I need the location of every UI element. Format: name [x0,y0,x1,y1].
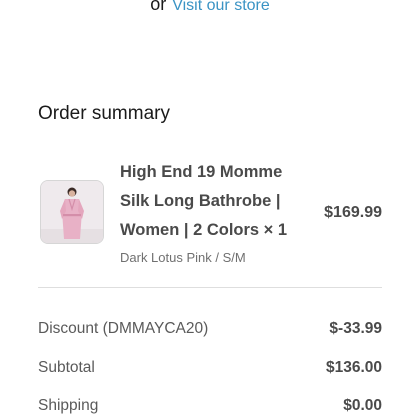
divider [38,287,382,288]
order-summary-title: Order summary [38,103,170,124]
visit-store-link[interactable]: Visit our store [172,0,270,14]
order-summary-page: or Visit our store Order summary High En… [0,0,420,420]
discount-label: Discount (DMMAYCA20) [38,320,209,337]
subtotal-row: Subtotal $136.00 [38,357,382,379]
product-price: $169.99 [324,204,382,221]
pink-bathrobe-photo-icon [41,181,103,243]
shipping-row: Shipping $0.00 [38,395,382,417]
visit-store-line: or Visit our store [0,0,420,16]
discount-row: Discount (DMMAYCA20) $-33.99 [38,318,382,340]
product-variant: Dark Lotus Pink / S/M [120,250,246,265]
subtotal-value: $136.00 [325,359,382,376]
shipping-value: $0.00 [343,397,382,414]
product-thumbnail [40,180,104,244]
discount-value: $-33.99 [329,320,382,337]
subtotal-label: Subtotal [38,359,95,376]
shipping-label: Shipping [38,397,99,414]
product-line-item: High End 19 Momme Silk Long Bathrobe | W… [38,158,382,278]
or-text: or [150,0,167,14]
product-title: High End 19 Momme Silk Long Bathrobe | W… [120,163,288,239]
